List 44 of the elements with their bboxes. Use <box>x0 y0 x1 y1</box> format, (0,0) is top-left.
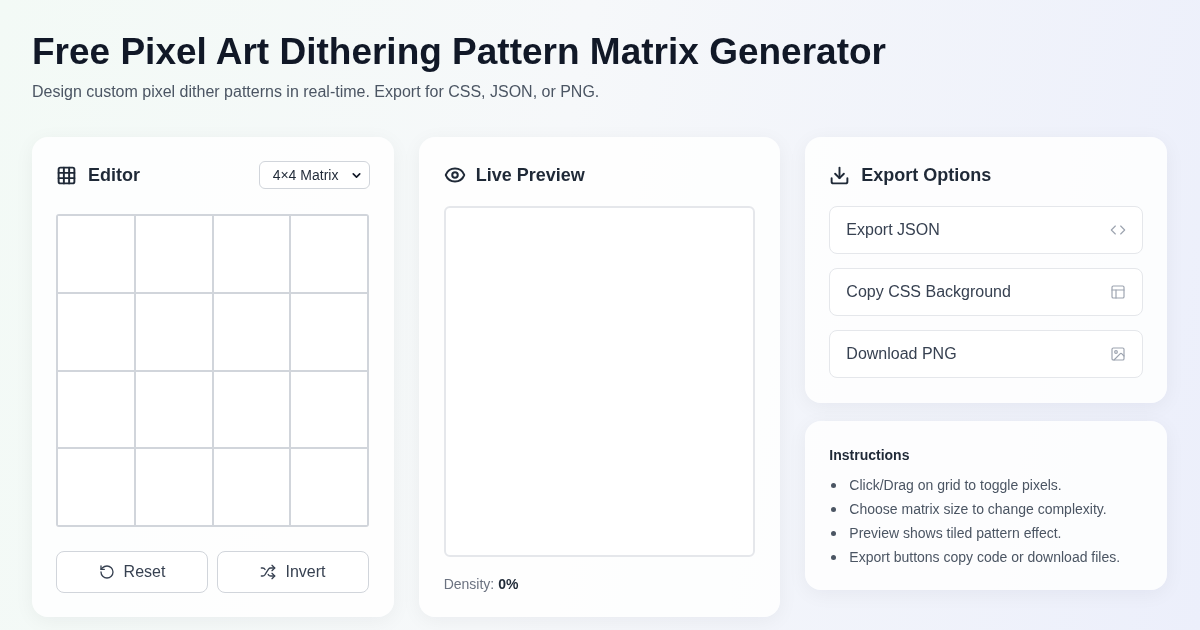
pixel-cell[interactable] <box>291 293 367 370</box>
instruction-text: Choose matrix size to change complexity. <box>849 499 1107 519</box>
rotate-ccw-icon <box>98 564 115 580</box>
pixel-cell[interactable] <box>58 216 134 292</box>
pixel-cell[interactable] <box>58 371 134 448</box>
instructions-title: Instructions <box>829 446 910 465</box>
editor-title: Editor <box>88 163 140 187</box>
download-icon <box>829 164 851 186</box>
preview-title: Live Preview <box>475 163 585 187</box>
matrix-size-select[interactable]: 4×4 Matrix <box>258 161 370 189</box>
page-title: Free Pixel Art Dithering Pattern Matrix Generator <box>32 30 886 74</box>
pixel-cell[interactable] <box>58 449 134 525</box>
invert-button[interactable]: Invert <box>217 551 369 593</box>
pixel-cell[interactable] <box>291 371 367 448</box>
export-option-button[interactable]: Copy CSS Background <box>829 268 1143 316</box>
density-text: Density: 0% <box>443 575 519 594</box>
pixel-cell[interactable] <box>135 371 212 448</box>
pixel-cell[interactable] <box>291 216 367 292</box>
shuffle-icon <box>260 564 277 580</box>
pixel-cell[interactable] <box>213 293 290 370</box>
instruction-text: Click/Drag on grid to toggle pixels. <box>849 475 1062 495</box>
bullet-icon <box>831 482 837 488</box>
pixel-cell[interactable] <box>135 293 212 370</box>
pixel-cell[interactable] <box>213 371 290 448</box>
pixel-cell[interactable] <box>135 449 212 525</box>
pixel-cell[interactable] <box>291 449 367 525</box>
bullet-icon <box>831 530 837 536</box>
export-option-button[interactable]: Download PNG <box>829 330 1143 378</box>
export-title: Export Options <box>861 163 992 187</box>
pixel-cell[interactable] <box>135 216 212 292</box>
reset-button[interactable]: Reset <box>56 551 208 593</box>
export-option-button[interactable]: Export JSON <box>829 206 1143 254</box>
bullet-icon <box>831 506 837 512</box>
grid-icon <box>56 164 77 186</box>
instruction-text: Preview shows tiled pattern effect. <box>849 523 1062 543</box>
pixel-cell[interactable] <box>213 216 290 292</box>
page-subtitle: Design custom pixel dither patterns in real-time. Export for CSS, JSON, or PNG. <box>32 82 600 102</box>
image-icon <box>1110 346 1126 362</box>
pixel-cell[interactable] <box>58 293 134 370</box>
layout-icon <box>1110 284 1126 300</box>
pixel-cell[interactable] <box>213 449 290 525</box>
instruction-text: Export buttons copy code or download files. <box>849 547 1121 567</box>
bullet-icon <box>831 554 837 560</box>
code-icon <box>1110 222 1126 238</box>
